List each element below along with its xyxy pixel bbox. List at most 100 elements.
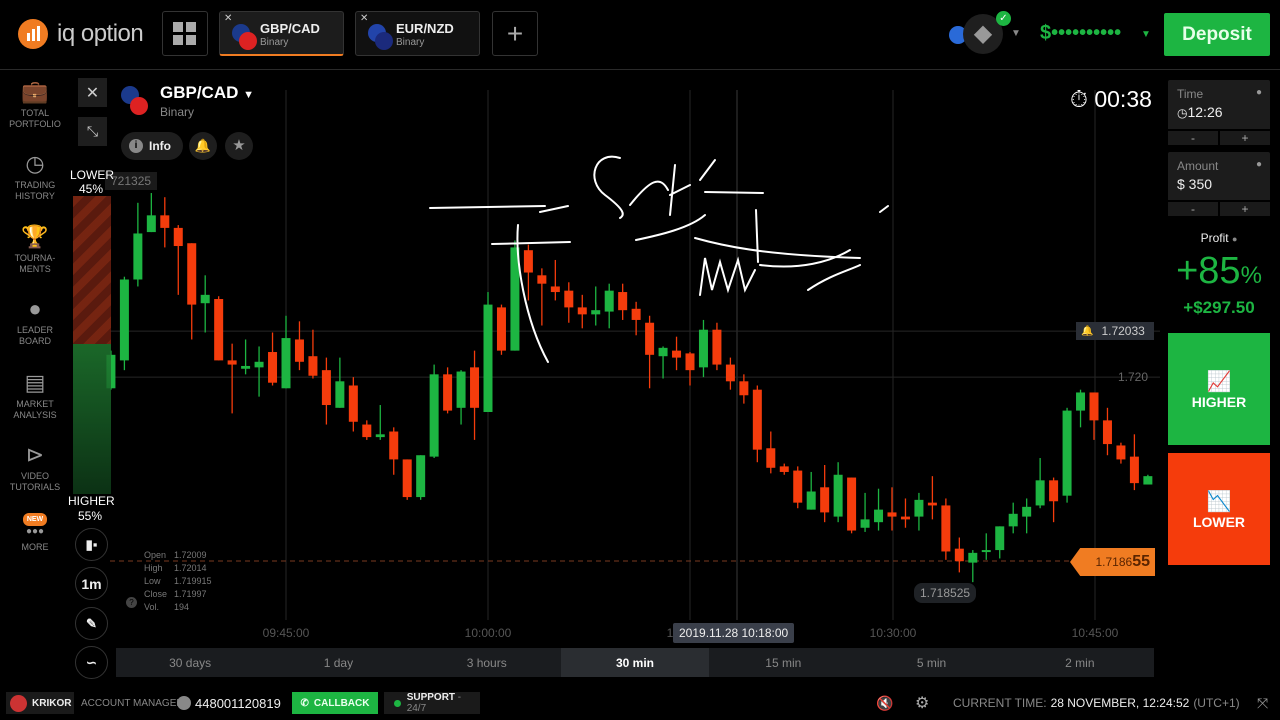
candle <box>294 321 304 371</box>
candle-body <box>348 385 358 422</box>
candle-body <box>510 247 520 351</box>
callback-button[interactable]: ✆ CALLBACK <box>292 692 378 714</box>
candle-body <box>1062 410 1072 496</box>
amount-field[interactable]: Amount ● $ 350 - + <box>1168 152 1270 216</box>
candle <box>820 464 830 523</box>
amount-decrement-button[interactable]: - <box>1168 202 1218 216</box>
candle <box>981 533 991 560</box>
candle-body <box>187 243 197 305</box>
support-button[interactable]: SUPPORT - 24/7 <box>384 692 480 714</box>
stopwatch-icon: ⏱ <box>1070 86 1088 112</box>
higher-label: HIGHER <box>68 494 115 508</box>
candle <box>146 193 156 233</box>
candle-body <box>725 364 735 382</box>
current-time: CURRENT TIME: 28 NOVEMBER, 12:24:52 (UTC+1… <box>953 692 1240 714</box>
candle <box>456 370 466 425</box>
candle-body <box>954 548 964 562</box>
time-increment-button[interactable]: + <box>1218 131 1270 145</box>
candle-body <box>874 509 884 523</box>
period-15-min[interactable]: 15 min <box>709 648 858 677</box>
candle-body <box>712 329 722 365</box>
candle-body <box>847 477 857 531</box>
candle <box>496 304 506 355</box>
candle <box>362 420 372 440</box>
chevron-down-icon: ▼ <box>243 89 255 101</box>
candle-body <box>362 424 372 438</box>
indicators-button[interactable]: ∽ <box>75 646 108 679</box>
mute-button[interactable]: 🔇 <box>876 692 893 714</box>
current-price-pips: 55 <box>1132 553 1150 570</box>
candle <box>281 315 291 389</box>
trend-down-icon: 📉 <box>1206 490 1232 513</box>
candle-body <box>752 389 762 450</box>
trend-up-icon: 📈 <box>1206 370 1232 393</box>
candle-body <box>1022 506 1032 517</box>
chart-type-button[interactable]: ▮▪ <box>75 528 108 561</box>
candle <box>995 526 1005 559</box>
candle <box>119 276 129 371</box>
period-30-days[interactable]: 30 days <box>116 648 265 677</box>
candle-body <box>766 448 776 468</box>
period-30-min[interactable]: 30 min <box>560 648 710 677</box>
period-5-min[interactable]: 5 min <box>857 648 1006 677</box>
favorite-button[interactable]: ★ <box>225 132 253 160</box>
candle <box>1022 498 1032 534</box>
fullscreen-button[interactable]: ⤧ <box>1257 692 1268 714</box>
period-2-min[interactable]: 2 min <box>1005 648 1154 677</box>
candle <box>712 322 722 371</box>
close-chart-button[interactable]: ✕ <box>78 78 107 107</box>
pencil-icon: ✎ <box>86 615 97 631</box>
period-1-day[interactable]: 1 day <box>264 648 413 677</box>
asset-selector[interactable]: GBP/CAD ▼ <box>160 83 254 103</box>
time-label: Time <box>1177 87 1204 101</box>
lower-button[interactable]: 📉 LOWER <box>1168 453 1270 565</box>
interval-button[interactable]: 1m <box>75 567 108 600</box>
candle <box>1089 392 1099 440</box>
current-price: 1.7186 <box>1095 555 1133 569</box>
ohlc-value: 1.72014 <box>174 563 207 573</box>
candle <box>927 476 937 520</box>
candle <box>200 275 210 333</box>
amount-increment-button[interactable]: + <box>1218 202 1270 216</box>
candle <box>375 405 385 440</box>
candle-body <box>887 512 897 517</box>
time-decrement-button[interactable]: - <box>1168 131 1218 145</box>
collapse-chart-button[interactable]: ⤡ <box>78 117 107 146</box>
time-field[interactable]: Time ● ◷12:26 - + <box>1168 80 1270 145</box>
help-icon[interactable]: ● <box>1232 234 1237 244</box>
settings-button[interactable]: ⚙ <box>915 692 929 714</box>
candle <box>698 319 708 378</box>
candle <box>1008 502 1018 534</box>
candle-body <box>483 304 493 412</box>
price-alert-label[interactable]: 🔔 1.72033 <box>1076 322 1154 340</box>
help-icon[interactable]: ● <box>1256 159 1262 170</box>
status-dot-icon <box>394 699 401 707</box>
amount-value[interactable]: $ 350 <box>1177 176 1212 192</box>
drawing-tool-button[interactable]: ✎ <box>75 607 108 640</box>
help-icon[interactable]: ? <box>126 597 137 608</box>
account-manager[interactable]: KRIKOR <box>6 692 74 714</box>
asset-type: Binary <box>160 105 195 119</box>
info-button[interactable]: i Info <box>121 132 183 160</box>
candle-body <box>698 329 708 368</box>
candle-body <box>1143 476 1153 485</box>
close-icon: ✕ <box>85 84 100 102</box>
period-3-hours[interactable]: 3 hours <box>412 648 561 677</box>
canada-flag-icon <box>130 97 148 115</box>
alert-button[interactable]: 🔔 <box>189 132 217 160</box>
phone-number[interactable]: 448001120819 <box>177 692 281 714</box>
candle-body <box>443 374 453 411</box>
candle-body <box>241 365 251 369</box>
ohlc-label: Open <box>144 550 167 560</box>
candle-body <box>833 474 843 517</box>
collapse-icon: ⤧ <box>1257 694 1269 711</box>
candle <box>685 352 695 386</box>
candle-body <box>308 356 318 376</box>
info-label: Info <box>149 139 171 153</box>
higher-button[interactable]: 📈 HIGHER <box>1168 333 1270 445</box>
candle <box>187 243 197 340</box>
candle <box>860 492 870 532</box>
candle <box>214 296 224 361</box>
sentiment-lower: LOWER 45% <box>70 168 114 196</box>
help-icon[interactable]: ● <box>1256 87 1262 98</box>
